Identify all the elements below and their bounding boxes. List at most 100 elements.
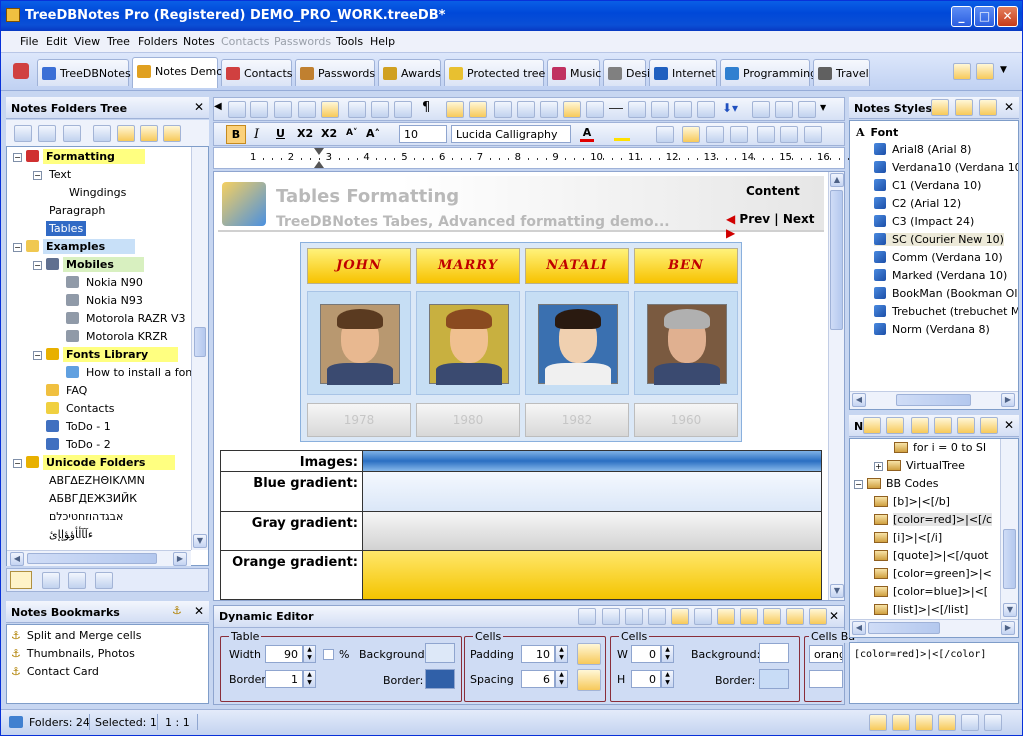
insert-image-icon[interactable]: [586, 101, 604, 118]
folders-scroll-down-icon[interactable]: ▼: [193, 534, 207, 548]
w-spinner[interactable]: ▲ ▼: [661, 645, 674, 663]
row-above-icon[interactable]: [602, 608, 620, 625]
folders-vscroll[interactable]: ▼: [191, 147, 208, 550]
tree-node[interactable]: − Text: [33, 168, 74, 185]
insert-object-icon[interactable]: [628, 101, 646, 118]
menu-edit[interactable]: Edit: [46, 35, 67, 48]
paste-icon[interactable]: [321, 101, 339, 118]
bookmarks-panel-close-icon[interactable]: ✕: [194, 604, 204, 618]
style-item[interactable]: Norm (Verdana 8): [874, 323, 990, 336]
style-item[interactable]: C2 (Arial 12): [874, 197, 961, 210]
width-spinner[interactable]: ▲ ▼: [303, 645, 316, 663]
folders-vscroll-thumb[interactable]: [194, 327, 206, 357]
move-right-icon[interactable]: [140, 125, 158, 142]
tab-contacts[interactable]: Contacts: [221, 59, 293, 86]
snippets-hscroll-thumb[interactable]: [868, 622, 940, 634]
window-icon[interactable]: [798, 101, 816, 118]
notes-view-icon[interactable]: [68, 572, 86, 589]
snippet-down-icon[interactable]: [934, 417, 952, 434]
snippets-scroll-down-icon[interactable]: ▼: [1003, 603, 1017, 617]
minimize-button[interactable]: _: [951, 6, 972, 27]
style-item[interactable]: Comm (Verdana 10): [874, 251, 1003, 264]
justify-icon[interactable]: [730, 126, 748, 143]
image-view-icon[interactable]: [95, 572, 113, 589]
bullets-icon[interactable]: [757, 126, 775, 143]
snippet-up-icon[interactable]: [911, 417, 929, 434]
page-icon[interactable]: [697, 101, 715, 118]
tree-node[interactable]: אבגדהוזחטיכלם: [33, 510, 126, 527]
h-input[interactable]: 0: [631, 670, 661, 688]
merge-cells-icon[interactable]: [540, 101, 558, 118]
tab-treedbnotes[interactable]: TreeDBNotes: [37, 59, 131, 86]
add-row-icon[interactable]: [717, 608, 735, 625]
move-left-icon[interactable]: [117, 125, 135, 142]
find-icon[interactable]: [348, 101, 366, 118]
menu-notes[interactable]: Notes: [183, 35, 215, 48]
tree-node[interactable]: ToDo - 2: [33, 438, 114, 455]
align-left-icon[interactable]: [656, 126, 674, 143]
superscript-button[interactable]: X2: [321, 127, 337, 140]
left-indent-marker[interactable]: [314, 161, 324, 168]
style-item[interactable]: Trebuchet (trebuchet MS: [874, 305, 1018, 318]
tree-toggle-icon[interactable]: −: [33, 261, 42, 270]
snippet-item[interactable]: [color=red]>|<[/c: [874, 513, 993, 526]
col-insert-icon[interactable]: [648, 608, 666, 625]
search-view-icon[interactable]: [42, 572, 60, 589]
tab-awards[interactable]: Awards: [378, 59, 441, 86]
cells-bg-input-2[interactable]: [809, 670, 843, 688]
padding-input[interactable]: 10: [521, 645, 555, 663]
open-folder-icon[interactable]: [563, 101, 581, 118]
bookmark-item[interactable]: ⚓ Contact Card: [11, 665, 99, 678]
snippets-vscroll[interactable]: ▼: [1000, 439, 1018, 619]
spacing-spinner[interactable]: ▲ ▼: [555, 670, 568, 688]
font-size-select[interactable]: 10: [399, 125, 447, 143]
table-grid-icon[interactable]: [578, 608, 596, 625]
styles-hscroll[interactable]: ◀ ▶: [850, 391, 1018, 409]
menu-folders[interactable]: Folders: [138, 35, 178, 48]
snippet-item[interactable]: [list]>|<[/list]: [874, 603, 968, 616]
snippet-left-icon[interactable]: [980, 417, 998, 434]
tree-node[interactable]: − Unicode Folders: [13, 455, 176, 473]
h-spinner[interactable]: ▲ ▼: [661, 670, 674, 688]
style-item[interactable]: Arial8 (Arial 8): [874, 143, 971, 156]
style-item[interactable]: Verdana10 (Verdana 10): [874, 161, 1018, 174]
content-link[interactable]: Content: [746, 184, 800, 198]
cell-props-icon[interactable]: [671, 608, 689, 625]
snippet-item[interactable]: − BB Codes: [854, 477, 938, 490]
symbol-icon[interactable]: [674, 101, 692, 118]
new-subfolder-icon[interactable]: [38, 125, 56, 142]
tab-design[interactable]: Design: [603, 59, 664, 86]
grow-font-icon[interactable]: A˄: [366, 127, 380, 140]
cell-border-swatch[interactable]: [759, 669, 789, 689]
table-props-icon[interactable]: [469, 101, 487, 118]
ruler[interactable]: 1 2 3 4 5 6 7 8 9 10 11 12 13 14 15 16: [213, 147, 849, 169]
snippet-item[interactable]: [quote]>|<[/quot: [874, 549, 988, 562]
tree-node[interactable]: Nokia N90: [53, 276, 146, 293]
tree-node[interactable]: − Formatting: [13, 149, 145, 167]
insert-col-icon[interactable]: [517, 101, 535, 118]
status-book-icon[interactable]: [892, 714, 910, 731]
align-right-icon[interactable]: [706, 126, 724, 143]
snippets-hscroll[interactable]: ◀ ▶: [850, 619, 1018, 637]
tree-view-icon[interactable]: [10, 571, 32, 589]
copy-icon[interactable]: [298, 101, 316, 118]
style-item[interactable]: C1 (Verdana 10): [874, 179, 981, 192]
status-user-icon[interactable]: [915, 714, 933, 731]
menu-help[interactable]: Help: [370, 35, 395, 48]
maximize-button[interactable]: □: [974, 6, 995, 27]
highlight-icon[interactable]: [614, 126, 630, 141]
tree-node[interactable]: − Examples: [13, 239, 136, 257]
snippet-toggle-icon[interactable]: −: [854, 480, 863, 489]
tree-node[interactable]: − Fonts Library: [33, 347, 179, 365]
bookmark-item[interactable]: ⚓ Thumbnails, Photos: [11, 647, 135, 660]
download-arrow-icon[interactable]: ⬇▾: [722, 101, 738, 115]
tab-internet[interactable]: Internet: [649, 59, 717, 86]
snippet-right-icon[interactable]: [957, 417, 975, 434]
menu-tree[interactable]: Tree: [107, 35, 130, 48]
spacing-apply-icon[interactable]: [577, 669, 601, 691]
first-indent-marker[interactable]: [314, 148, 324, 155]
tab-next-button[interactable]: [976, 63, 994, 80]
snippet-item[interactable]: [color=blue]>|<[: [874, 585, 988, 598]
percent-checkbox[interactable]: [323, 649, 334, 660]
editor-scroll-down-icon[interactable]: ▼: [830, 584, 844, 598]
